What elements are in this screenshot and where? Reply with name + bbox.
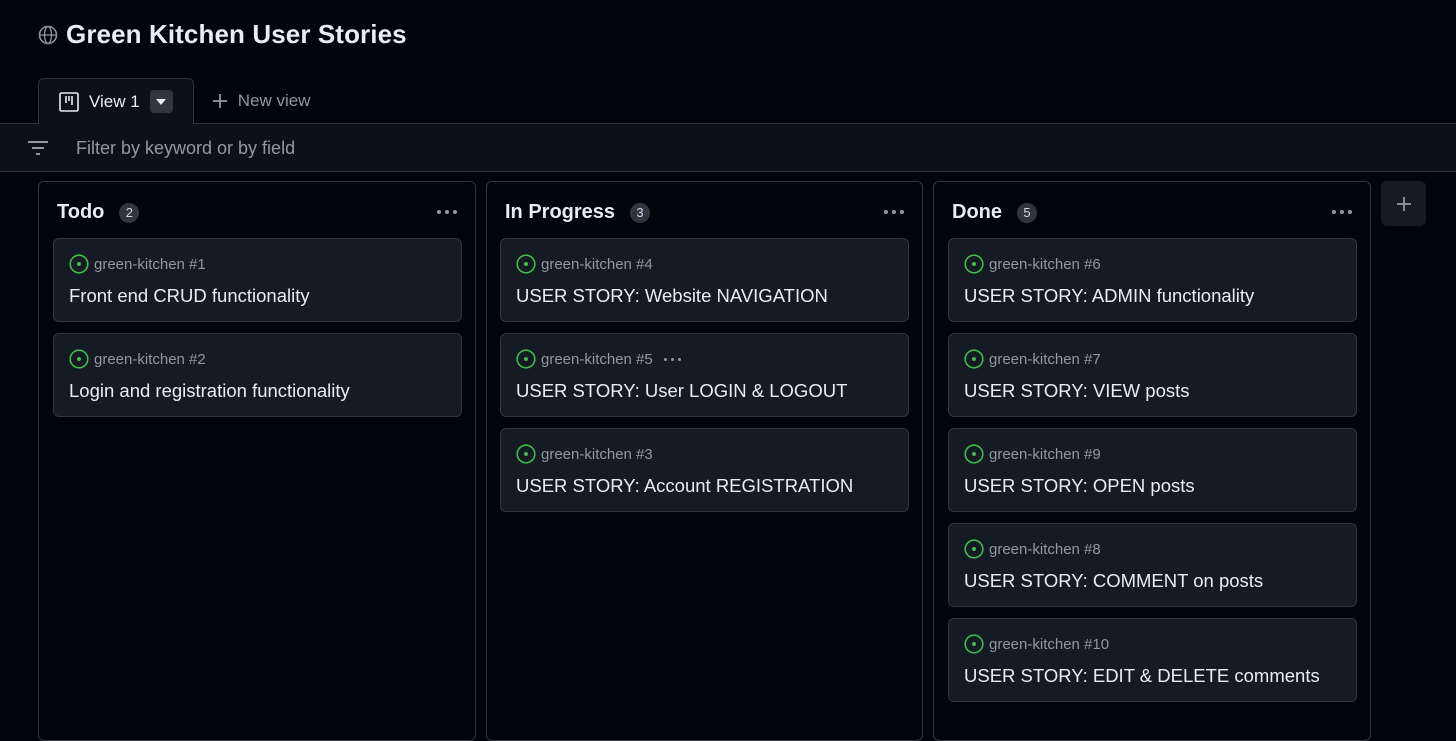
card-meta: green-kitchen #10 xyxy=(964,634,1109,654)
card-title[interactable]: USER STORY: VIEW posts xyxy=(964,380,1190,402)
open-issue-icon xyxy=(69,349,89,369)
column-title: In Progress xyxy=(505,201,616,223)
title-row: Green Kitchen User Stories xyxy=(38,19,407,50)
filter-bar xyxy=(0,123,1456,172)
card-repo-link[interactable]: green-kitchen #10 xyxy=(989,636,1109,653)
card-repo-link[interactable]: green-kitchen #4 xyxy=(541,256,653,273)
column-menu-button[interactable] xyxy=(433,202,461,222)
column-menu-button[interactable] xyxy=(1328,202,1356,222)
card-repo-link[interactable]: green-kitchen #1 xyxy=(94,256,206,273)
column-header: Done 5 xyxy=(952,201,1037,224)
card-repo-link[interactable]: green-kitchen #3 xyxy=(541,446,653,463)
tab-label: View 1 xyxy=(89,91,140,111)
open-issue-icon xyxy=(964,444,984,464)
plus-icon xyxy=(212,94,227,108)
add-column-button[interactable] xyxy=(1381,181,1426,226)
view-tabs: View 1 New view xyxy=(38,78,328,124)
card-repo-link[interactable]: green-kitchen #7 xyxy=(989,351,1101,368)
card[interactable]: green-kitchen #10 USER STORY: EDIT & DEL… xyxy=(948,618,1357,702)
card[interactable]: green-kitchen #9 USER STORY: OPEN posts xyxy=(948,428,1357,512)
card[interactable]: green-kitchen #3 USER STORY: Account REG… xyxy=(500,428,909,512)
open-issue-icon xyxy=(69,254,89,274)
open-issue-icon xyxy=(964,539,984,559)
column-header: Todo 2 xyxy=(57,201,140,224)
column-count-badge: 5 xyxy=(1017,202,1037,223)
tab-view-1[interactable]: View 1 xyxy=(38,78,194,124)
open-issue-icon xyxy=(516,349,536,369)
open-issue-icon xyxy=(516,444,536,464)
card[interactable]: green-kitchen #8 USER STORY: COMMENT on … xyxy=(948,523,1357,607)
card-repo-link[interactable]: green-kitchen #8 xyxy=(989,541,1101,558)
card-meta: green-kitchen #1 xyxy=(69,254,206,274)
card-title[interactable]: USER STORY: ADMIN functionality xyxy=(964,285,1254,307)
column-done: Done 5 green-kitchen #6 USER STORY: ADMI… xyxy=(933,181,1371,741)
column-title: Done xyxy=(952,201,1002,223)
page-title: Green Kitchen User Stories xyxy=(66,19,407,49)
card-title[interactable]: USER STORY: COMMENT on posts xyxy=(964,570,1263,592)
filter-input[interactable] xyxy=(76,134,976,162)
card-meta: green-kitchen #6 xyxy=(964,254,1101,274)
card-title[interactable]: USER STORY: Website NAVIGATION xyxy=(516,285,828,307)
card-title[interactable]: USER STORY: EDIT & DELETE comments xyxy=(964,665,1320,687)
card-menu-button[interactable] xyxy=(663,357,681,361)
column-in-progress: In Progress 3 green-kitchen #4 USER STOR… xyxy=(486,181,923,741)
card[interactable]: green-kitchen #6 USER STORY: ADMIN funct… xyxy=(948,238,1357,322)
card-repo-link[interactable]: green-kitchen #6 xyxy=(989,256,1101,273)
new-view-label: New view xyxy=(237,91,311,110)
triangle-down-icon xyxy=(156,98,167,105)
column-menu-button[interactable] xyxy=(880,202,908,222)
column-count-badge: 3 xyxy=(630,202,651,223)
card-meta: green-kitchen #7 xyxy=(964,349,1101,369)
column-header: In Progress 3 xyxy=(505,201,651,224)
board-icon xyxy=(59,91,79,112)
card-meta: green-kitchen #3 xyxy=(516,444,653,464)
card-repo-link[interactable]: green-kitchen #5 xyxy=(541,351,653,368)
tab-dropdown-button[interactable] xyxy=(149,90,173,113)
open-issue-icon xyxy=(964,634,984,654)
column-todo: Todo 2 green-kitchen #1 Front end CRUD f… xyxy=(38,181,476,741)
card-meta: green-kitchen #5 xyxy=(516,349,681,369)
card-title[interactable]: Login and registration functionality xyxy=(69,380,350,402)
column-count-badge: 2 xyxy=(119,202,140,223)
card-repo-link[interactable]: green-kitchen #9 xyxy=(989,446,1101,463)
card[interactable]: green-kitchen #5 USER STORY: User LOGIN … xyxy=(500,333,909,417)
card-meta: green-kitchen #9 xyxy=(964,444,1101,464)
card-title[interactable]: USER STORY: OPEN posts xyxy=(964,475,1195,497)
open-issue-icon xyxy=(964,349,984,369)
card-title[interactable]: USER STORY: Account REGISTRATION xyxy=(516,475,853,497)
open-issue-icon xyxy=(516,254,536,274)
card-meta: green-kitchen #4 xyxy=(516,254,653,274)
card-title[interactable]: Front end CRUD functionality xyxy=(69,285,310,307)
card-meta: green-kitchen #2 xyxy=(69,349,206,369)
project-header: Green Kitchen User Stories View 1 New vi… xyxy=(0,0,1456,124)
card[interactable]: green-kitchen #7 USER STORY: VIEW posts xyxy=(948,333,1357,417)
card-meta: green-kitchen #8 xyxy=(964,539,1101,559)
card[interactable]: green-kitchen #2 Login and registration … xyxy=(53,333,462,417)
card[interactable]: green-kitchen #1 Front end CRUD function… xyxy=(53,238,462,322)
card-repo-link[interactable]: green-kitchen #2 xyxy=(94,351,206,368)
open-issue-icon xyxy=(964,254,984,274)
plus-icon xyxy=(1396,196,1411,211)
new-view-button[interactable]: New view xyxy=(194,78,329,124)
column-title: Todo xyxy=(57,201,105,223)
card-title[interactable]: USER STORY: User LOGIN & LOGOUT xyxy=(516,380,847,402)
globe-icon xyxy=(38,25,58,44)
filter-icon[interactable] xyxy=(26,138,50,158)
card[interactable]: green-kitchen #4 USER STORY: Website NAV… xyxy=(500,238,909,322)
